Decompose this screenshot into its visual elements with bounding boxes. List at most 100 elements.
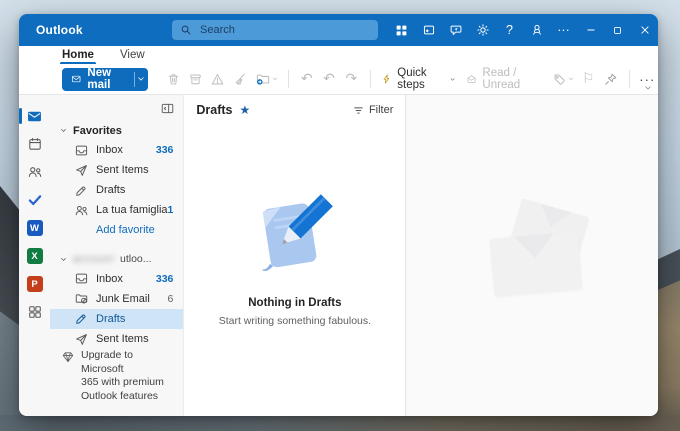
drafts-empty-illustration <box>239 185 351 281</box>
search-input[interactable] <box>198 23 370 37</box>
rail-item-people[interactable] <box>19 158 50 186</box>
account-name-tail: utloo... <box>120 253 152 265</box>
todo-check-icon <box>27 192 43 208</box>
forward-button[interactable]: ↷ <box>342 67 361 91</box>
outlook-window: Outlook ? ··· Home View <box>19 14 658 416</box>
my-day-button[interactable] <box>415 14 442 46</box>
add-favorite-link[interactable]: Add favorite <box>50 220 183 239</box>
empty-state: Nothing in Drafts Start writing somethin… <box>184 185 405 327</box>
premium-button[interactable] <box>523 14 550 46</box>
favorite-star-icon[interactable]: ★ <box>240 104 251 116</box>
pin-button[interactable] <box>601 67 620 91</box>
delete-button[interactable] <box>164 67 183 91</box>
hide-folder-pane-button[interactable] <box>160 101 175 116</box>
rail-item-word[interactable]: W <box>19 214 50 242</box>
rail-item-calendar[interactable] <box>19 130 50 158</box>
archive-button[interactable] <box>186 67 205 91</box>
trash-icon <box>166 72 181 87</box>
folder-label: Inbox <box>96 144 156 156</box>
reply-all-button[interactable]: ↶ <box>319 67 338 91</box>
unread-count: 336 <box>156 144 174 156</box>
new-mail-button[interactable]: New mail <box>62 68 134 91</box>
help-button[interactable]: ? <box>496 14 523 46</box>
envelope-illustration <box>490 231 583 296</box>
sweep-button[interactable] <box>231 67 250 91</box>
toolbar-divider <box>370 70 371 88</box>
read-unread-button[interactable]: Read / Unread <box>460 67 548 91</box>
drafts-pencil-icon <box>74 183 89 198</box>
gear-icon <box>476 23 490 37</box>
filter-icon <box>352 104 365 117</box>
rail-item-more-apps[interactable] <box>19 298 50 326</box>
rail-item-powerpoint[interactable]: P <box>19 270 50 298</box>
warning-triangle-icon <box>210 72 225 87</box>
rail-item-todo[interactable] <box>19 186 50 214</box>
rail-item-excel[interactable]: X <box>19 242 50 270</box>
pin-icon <box>603 72 618 87</box>
message-list-pane: Drafts ★ Filter <box>183 95 406 416</box>
ribbon-tabs: Home View <box>19 46 658 64</box>
favorite-sent-items[interactable]: Sent Items <box>50 160 183 180</box>
app-title: Outlook <box>36 23 83 37</box>
reply-button[interactable]: ↶ <box>297 67 316 91</box>
new-mail-dropdown[interactable] <box>134 68 148 91</box>
tab-view[interactable]: View <box>120 50 145 65</box>
report-button[interactable] <box>208 67 227 91</box>
upgrade-link[interactable]: Upgrade to Microsoft 365 with premium Ou… <box>61 349 175 403</box>
help-icon: ? <box>506 24 513 37</box>
settings-button[interactable] <box>469 14 496 46</box>
flag-icon: ⚐ <box>582 72 595 86</box>
my-day-icon <box>422 23 436 37</box>
favorite-drafts[interactable]: Drafts <box>50 180 183 200</box>
empty-state-title: Nothing in Drafts <box>248 297 341 309</box>
sweep-broom-icon <box>233 72 248 87</box>
folder-label: Junk Email <box>96 293 168 305</box>
people-icon <box>27 164 43 180</box>
titlebar[interactable]: Outlook ? ··· <box>19 14 658 46</box>
search-box[interactable] <box>172 20 378 40</box>
titlebar-more-button[interactable]: ··· <box>550 14 577 46</box>
favorite-inbox[interactable]: Inbox 336 <box>50 140 183 160</box>
minimize-button[interactable] <box>577 14 604 46</box>
mail-open-icon <box>466 72 477 86</box>
more-options-icon: ··· <box>557 24 570 37</box>
tab-home[interactable]: Home <box>62 50 94 65</box>
flag-button[interactable]: ⚐ <box>579 67 598 91</box>
list-header: Drafts ★ Filter <box>184 95 405 125</box>
account-inbox[interactable]: Inbox 336 <box>50 269 183 289</box>
maximize-button[interactable] <box>604 14 631 46</box>
new-mail-envelope-icon <box>71 72 81 86</box>
categorize-dropdown[interactable] <box>567 75 575 83</box>
quick-steps-label: Quick steps <box>397 67 444 91</box>
account-header[interactable]: account utloo... <box>50 250 183 269</box>
toolbar-divider <box>288 70 289 88</box>
rail-item-mail[interactable] <box>19 102 50 130</box>
close-button[interactable] <box>631 14 658 46</box>
filter-button[interactable]: Filter <box>352 104 393 117</box>
app-launcher-button[interactable] <box>388 14 415 46</box>
chevron-down-icon <box>59 255 68 264</box>
move-to-dropdown[interactable] <box>271 75 279 83</box>
ribbon-collapse-button[interactable] <box>643 83 653 93</box>
move-to-folder-icon <box>255 71 271 87</box>
quick-steps-button[interactable]: Quick steps <box>377 67 460 91</box>
tag-icon <box>552 72 567 87</box>
favorite-la-tua-famiglia[interactable]: La tua famiglia 1 <box>50 200 183 220</box>
account-sent-items[interactable]: Sent Items <box>50 329 183 349</box>
folder-label: La tua famiglia <box>96 204 168 216</box>
account-junk-email[interactable]: Junk Email 6 <box>50 289 183 309</box>
new-mail-label: New mail <box>87 68 124 91</box>
favorites-header[interactable]: Favorites <box>50 121 183 140</box>
move-to-button[interactable] <box>253 67 272 91</box>
account-drafts-selected[interactable]: Drafts <box>50 309 183 329</box>
categorize-button[interactable] <box>549 67 568 91</box>
chevron-down-icon <box>567 75 575 83</box>
forward-icon: ↷ <box>345 72 357 86</box>
empty-state-subtitle: Start writing something fabulous. <box>219 315 371 327</box>
content-area: W X P Favorites Inbox 336 <box>19 95 658 416</box>
new-mail-split-button[interactable]: New mail <box>62 68 148 91</box>
feedback-button[interactable] <box>442 14 469 46</box>
app-launcher-icon <box>395 24 408 37</box>
chevron-down-icon <box>449 75 456 84</box>
wallpaper-bottom-rocks <box>0 415 680 431</box>
